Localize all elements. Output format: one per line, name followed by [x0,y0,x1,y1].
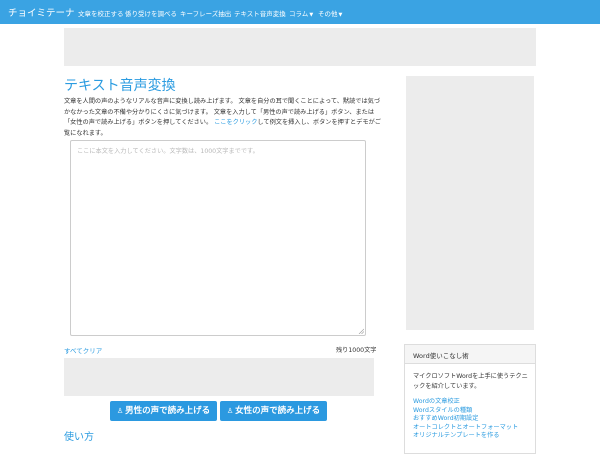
top-navbar: チョイミテーナ 文章を校正する 係り受けを調べる キーフレーズ抽出 テキスト音声… [0,0,600,24]
insert-example-link[interactable]: ここをクリック [214,119,257,126]
male-button-label: 男性の声で読み上げる [125,406,211,416]
remaining-chars-counter: 残り1000文字 [336,347,377,354]
clear-all-link[interactable]: すべてクリア [64,345,102,355]
nav-item-keyphrase[interactable]: キーフレーズ抽出 [180,8,231,18]
nav-item-column-label: コラム [289,10,309,18]
page-title: テキスト音声変換 [64,78,176,94]
resize-grip-icon[interactable] [358,328,364,334]
panel-title: Word使いこなし術 [413,352,469,360]
ad-banner-top [64,28,536,66]
ad-sidebar [406,76,534,330]
read-aloud-male-button[interactable]: ♙ 男性の声で読み上げる [110,401,217,421]
nav-item-proofread[interactable]: 文章を校正する [78,8,124,18]
read-aloud-female-button[interactable]: ♙ 女性の声で読み上げる [220,401,327,421]
textarea-placeholder: ここに本文を入力してください。文字数は、1000文字までです。 [77,148,259,155]
page-description: 文章を人間の声のようなリアルな音声に変換し読み上げます。 文章を自分の耳で聞くこ… [64,97,386,139]
nav-item-tts[interactable]: テキスト音声変換 [234,8,286,18]
caret-down-icon: ▼ [338,12,343,18]
ad-banner-middle [64,358,374,396]
howto-heading: 使い方 [64,432,94,443]
panel-link-list: Wordの文章校正 Wordスタイルの種類 おすすめWord初期設定 オートコレ… [413,398,518,441]
caret-down-icon: ▼ [309,12,314,18]
panel-description: マイクロソフトWordを上手に使うテクニックを紹介しています。 [413,373,528,390]
word-tips-panel: Word使いこなし術 マイクロソフトWordを上手に使うテクニックを紹介していま… [404,344,536,454]
panel-link-proofread[interactable]: Wordの文章校正 [413,398,518,407]
panel-link-autocorrect[interactable]: オートコレクトとオートフォーマット [413,424,518,433]
person-icon: ♙ [116,407,124,415]
panel-header: Word使いこなし術 [405,345,535,364]
panel-link-template[interactable]: オリジナルテンプレートを作る [413,432,518,441]
nav-item-other-label: その他 [318,10,338,18]
brand-logo[interactable]: チョイミテーナ [8,5,75,19]
nav-item-other-dropdown[interactable]: その他▼ [318,8,342,18]
nav-item-dependency[interactable]: 係り受けを調べる [125,8,177,18]
panel-link-settings[interactable]: おすすめWord初期設定 [413,415,518,424]
nav-item-column-dropdown[interactable]: コラム▼ [289,8,313,18]
text-input-area[interactable]: ここに本文を入力してください。文字数は、1000文字までです。 [70,140,366,336]
person-icon: ♙ [226,407,234,415]
female-button-label: 女性の声で読み上げる [235,406,321,416]
panel-link-styles[interactable]: Wordスタイルの種類 [413,407,518,416]
